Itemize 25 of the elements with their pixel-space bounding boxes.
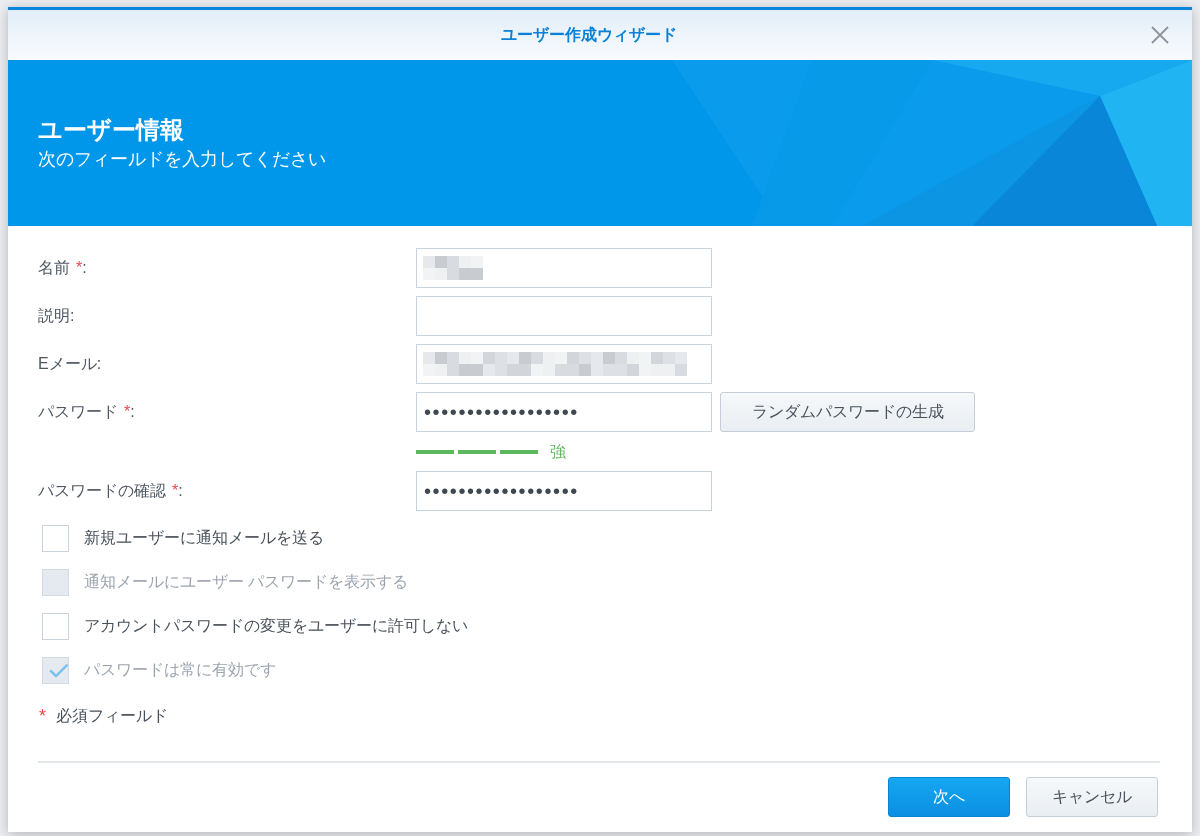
banner-title: ユーザー情報: [38, 115, 185, 145]
text-field[interactable]: [416, 296, 712, 336]
text-field[interactable]: [416, 248, 712, 288]
banner-subtitle: 次のフィールドを入力してください: [38, 148, 327, 171]
checkbox-label: 通知メールにユーザー パスワードを表示する: [84, 571, 409, 592]
generate-password-button[interactable]: ランダムパスワードの生成: [720, 392, 975, 432]
required-asterisk: *: [38, 705, 46, 727]
checkbox[interactable]: [42, 524, 69, 552]
checkbox-label: 新規ユーザーに通知メールを送る: [84, 527, 324, 548]
field-label: パスワード *:: [38, 401, 136, 422]
field-label: Eメール:: [38, 353, 103, 374]
password-field[interactable]: ••••••••••••••••••: [416, 471, 712, 511]
strength-label: 強: [550, 441, 566, 462]
field-label: 名前 *:: [38, 257, 88, 278]
password-field[interactable]: ••••••••••••••••••: [416, 392, 712, 432]
checkbox-label: アカウントパスワードの変更をユーザーに許可しない: [84, 615, 468, 636]
checkbox-label: パスワードは常に有効です: [84, 659, 276, 680]
field-label: 説明:: [38, 305, 76, 326]
checkbox[interactable]: [42, 612, 69, 640]
field-label: パスワードの確認 *:: [38, 480, 184, 501]
close-icon[interactable]: [1151, 26, 1169, 44]
dialog-title: ユーザー作成ウィザード: [500, 24, 677, 45]
text-field[interactable]: [416, 344, 712, 384]
cancel-button[interactable]: キャンセル: [1026, 777, 1158, 817]
required-note: 必須フィールド: [56, 705, 168, 726]
